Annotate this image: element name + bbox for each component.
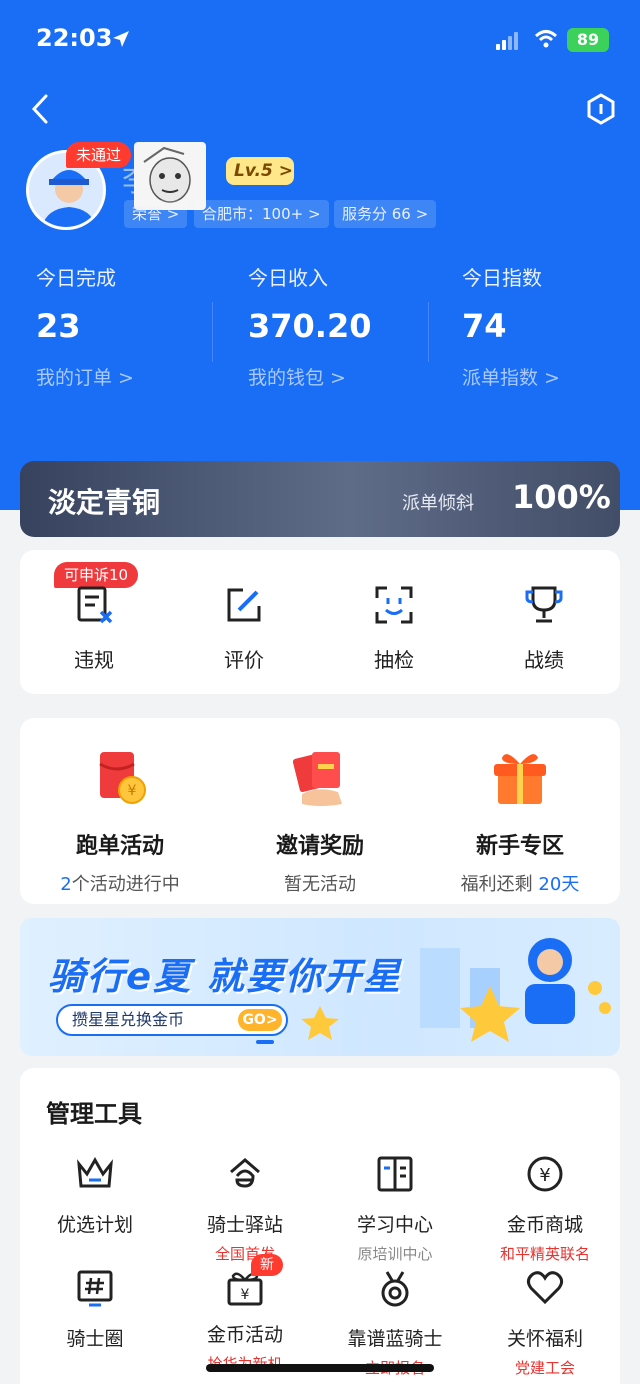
tool-label: 骑士驿站 [206,1214,283,1236]
red-envelope-coin-icon: ¥ [99,752,146,804]
tool-label: 关怀福利 [506,1328,583,1350]
banner-title: 骑行e夏 就要你开星 [48,955,402,998]
banner-exchange-pill[interactable]: 攒星星兑换金币 GO> [56,1004,288,1036]
stat-value: 370.20 [248,307,372,345]
quick-action-label: 评价 [224,648,264,672]
quick-action-label: 抽检 [374,648,414,672]
tool-preferred-plan[interactable]: 优选计划 [20,1154,170,1237]
stat-value: 23 [36,307,81,345]
promo-banner[interactable]: 骑行e夏 就要你开星 攒星星兑换金币 GO> [20,918,620,1056]
tool-sub: 和平精英联名 [499,1245,590,1263]
my-orders-link[interactable]: 我的订单 > [36,363,236,390]
coin-yen-icon: ¥ [527,1156,563,1192]
edit-icon [227,588,261,622]
stat-today-income: 今日收入 370.20 我的钱包 > [248,262,448,390]
city-rank-chip[interactable]: 合肥市：100+ > [194,200,329,228]
level-badge[interactable]: Lv.5 > [226,157,294,185]
my-wallet-link[interactable]: 我的钱包 > [248,363,448,390]
activity-title: 邀请奖励 [275,834,364,859]
tool-coin-mall[interactable]: ¥ 金币商城 和平精英联名 [470,1154,620,1264]
stat-value: 74 [462,307,507,345]
stat-today-completed: 今日完成 23 我的订单 > [36,262,236,390]
tool-reliable-rider[interactable]: 靠谱蓝骑士 立即报名 [320,1268,470,1378]
svg-text:¥: ¥ [128,783,137,799]
hashtag-board-icon [77,1270,113,1307]
new-badge: 新 [251,1254,283,1276]
svg-text:¥: ¥ [241,1287,250,1303]
heart-icon [526,1271,564,1305]
rank-percent: 100% [512,478,611,516]
activity-title: 跑单活动 [75,834,164,859]
stat-label: 今日完成 [36,266,116,290]
status-time: 22:03 [36,24,113,52]
tool-care-welfare[interactable]: 关怀福利 党建工会 [470,1268,620,1378]
dispatch-index-link[interactable]: 派单指数 > [462,363,640,390]
running-activity-button[interactable]: ¥ 跑单活动 2个活动进行中 [20,746,220,896]
stat-label: 今日收入 [248,266,328,290]
trophy-icon [525,586,563,623]
rank-sub-label: 派单倾斜 [402,493,474,514]
svg-text:¥: ¥ [539,1165,550,1186]
activities-card: ¥ 跑单活动 2个活动进行中 邀请奖励 暂无活动 新手专区 福利还剩 20天 [20,718,620,904]
face-scan-icon [375,586,413,624]
activity-sub: 福利还剩 20天 [460,874,580,895]
honor-chip[interactable]: 荣誉 > [124,200,188,228]
stat-today-index: 今日指数 74 派单指数 > [462,262,640,390]
activity-sub: 暂无活动 [284,874,356,895]
tool-label: 金币商城 [506,1214,583,1236]
tool-label: 金币活动 [206,1324,283,1346]
tool-sub: 原培训中心 [357,1245,433,1263]
activity-sub: 2个活动进行中 [60,874,180,895]
home-indicator [206,1364,434,1372]
tool-label: 靠谱蓝骑士 [347,1328,443,1350]
tool-sub: 全国首发 [214,1245,275,1263]
service-score-chip[interactable]: 服务分 66 > [334,200,437,228]
quick-action-label: 违规 [74,648,114,672]
crown-icon [77,1156,113,1188]
divider [212,302,213,362]
tool-label: 骑士圈 [66,1328,124,1350]
coin-activity-icon-wrap: ¥ 新 [225,1254,283,1308]
tool-learning-center[interactable]: 学习中心 原培训中心 [320,1154,470,1264]
rating-button[interactable]: 评价 [184,584,304,673]
battery-indicator: 89 [567,28,609,52]
book-icon [377,1156,413,1192]
tool-sub: 党建工会 [514,1359,575,1377]
invite-reward-button[interactable]: 邀请奖励 暂无活动 [220,746,420,896]
spot-check-button[interactable]: 抽检 [334,584,454,673]
gift-box-icon [494,754,546,804]
carousel-indicator [256,1040,274,1044]
rank-card[interactable]: 淡定青铜 派单倾斜 100% [20,461,620,537]
banner-go-button[interactable]: GO> [238,1009,282,1031]
stat-label: 今日指数 [462,266,542,290]
station-home-icon [230,1158,260,1188]
record-button[interactable]: 战绩 [484,584,604,673]
cellular-signal-icon [496,32,520,50]
violation-icon [77,586,113,624]
tool-label: 优选计划 [56,1214,133,1236]
quick-actions-card: 可申诉10 违规 评价 抽检 战绩 [20,550,620,694]
profile-header [0,0,640,510]
settings-hexagon-icon[interactable] [584,92,618,126]
tools-title: 管理工具 [46,1100,142,1128]
tool-rider-station[interactable]: 骑士驿站 全国首发 [170,1154,320,1264]
quick-action-label: 战绩 [524,648,564,672]
medal-icon [381,1271,409,1307]
tool-rider-circle[interactable]: 骑士圈 [20,1268,170,1351]
back-arrow-icon[interactable] [26,92,56,126]
activity-title: 新手专区 [475,834,564,859]
rank-title: 淡定青铜 [48,486,161,519]
tool-coin-activity[interactable]: ¥ 新 金币活动 抢华为新机 [170,1254,320,1374]
status-bar: 22:03 89 [0,24,640,60]
location-arrow-icon [113,31,129,47]
newbie-zone-button[interactable]: 新手专区 福利还剩 20天 [420,746,620,896]
management-tools-card: 管理工具 优选计划 骑士驿站 全国首发 学习中心 原培训中心 ¥ 金币商城 和平… [20,1068,620,1384]
divider [428,302,429,362]
violation-button[interactable]: 违规 [34,584,154,673]
red-envelopes-hand-icon [292,752,342,806]
tool-label: 学习中心 [356,1214,433,1236]
wifi-icon [534,30,558,48]
